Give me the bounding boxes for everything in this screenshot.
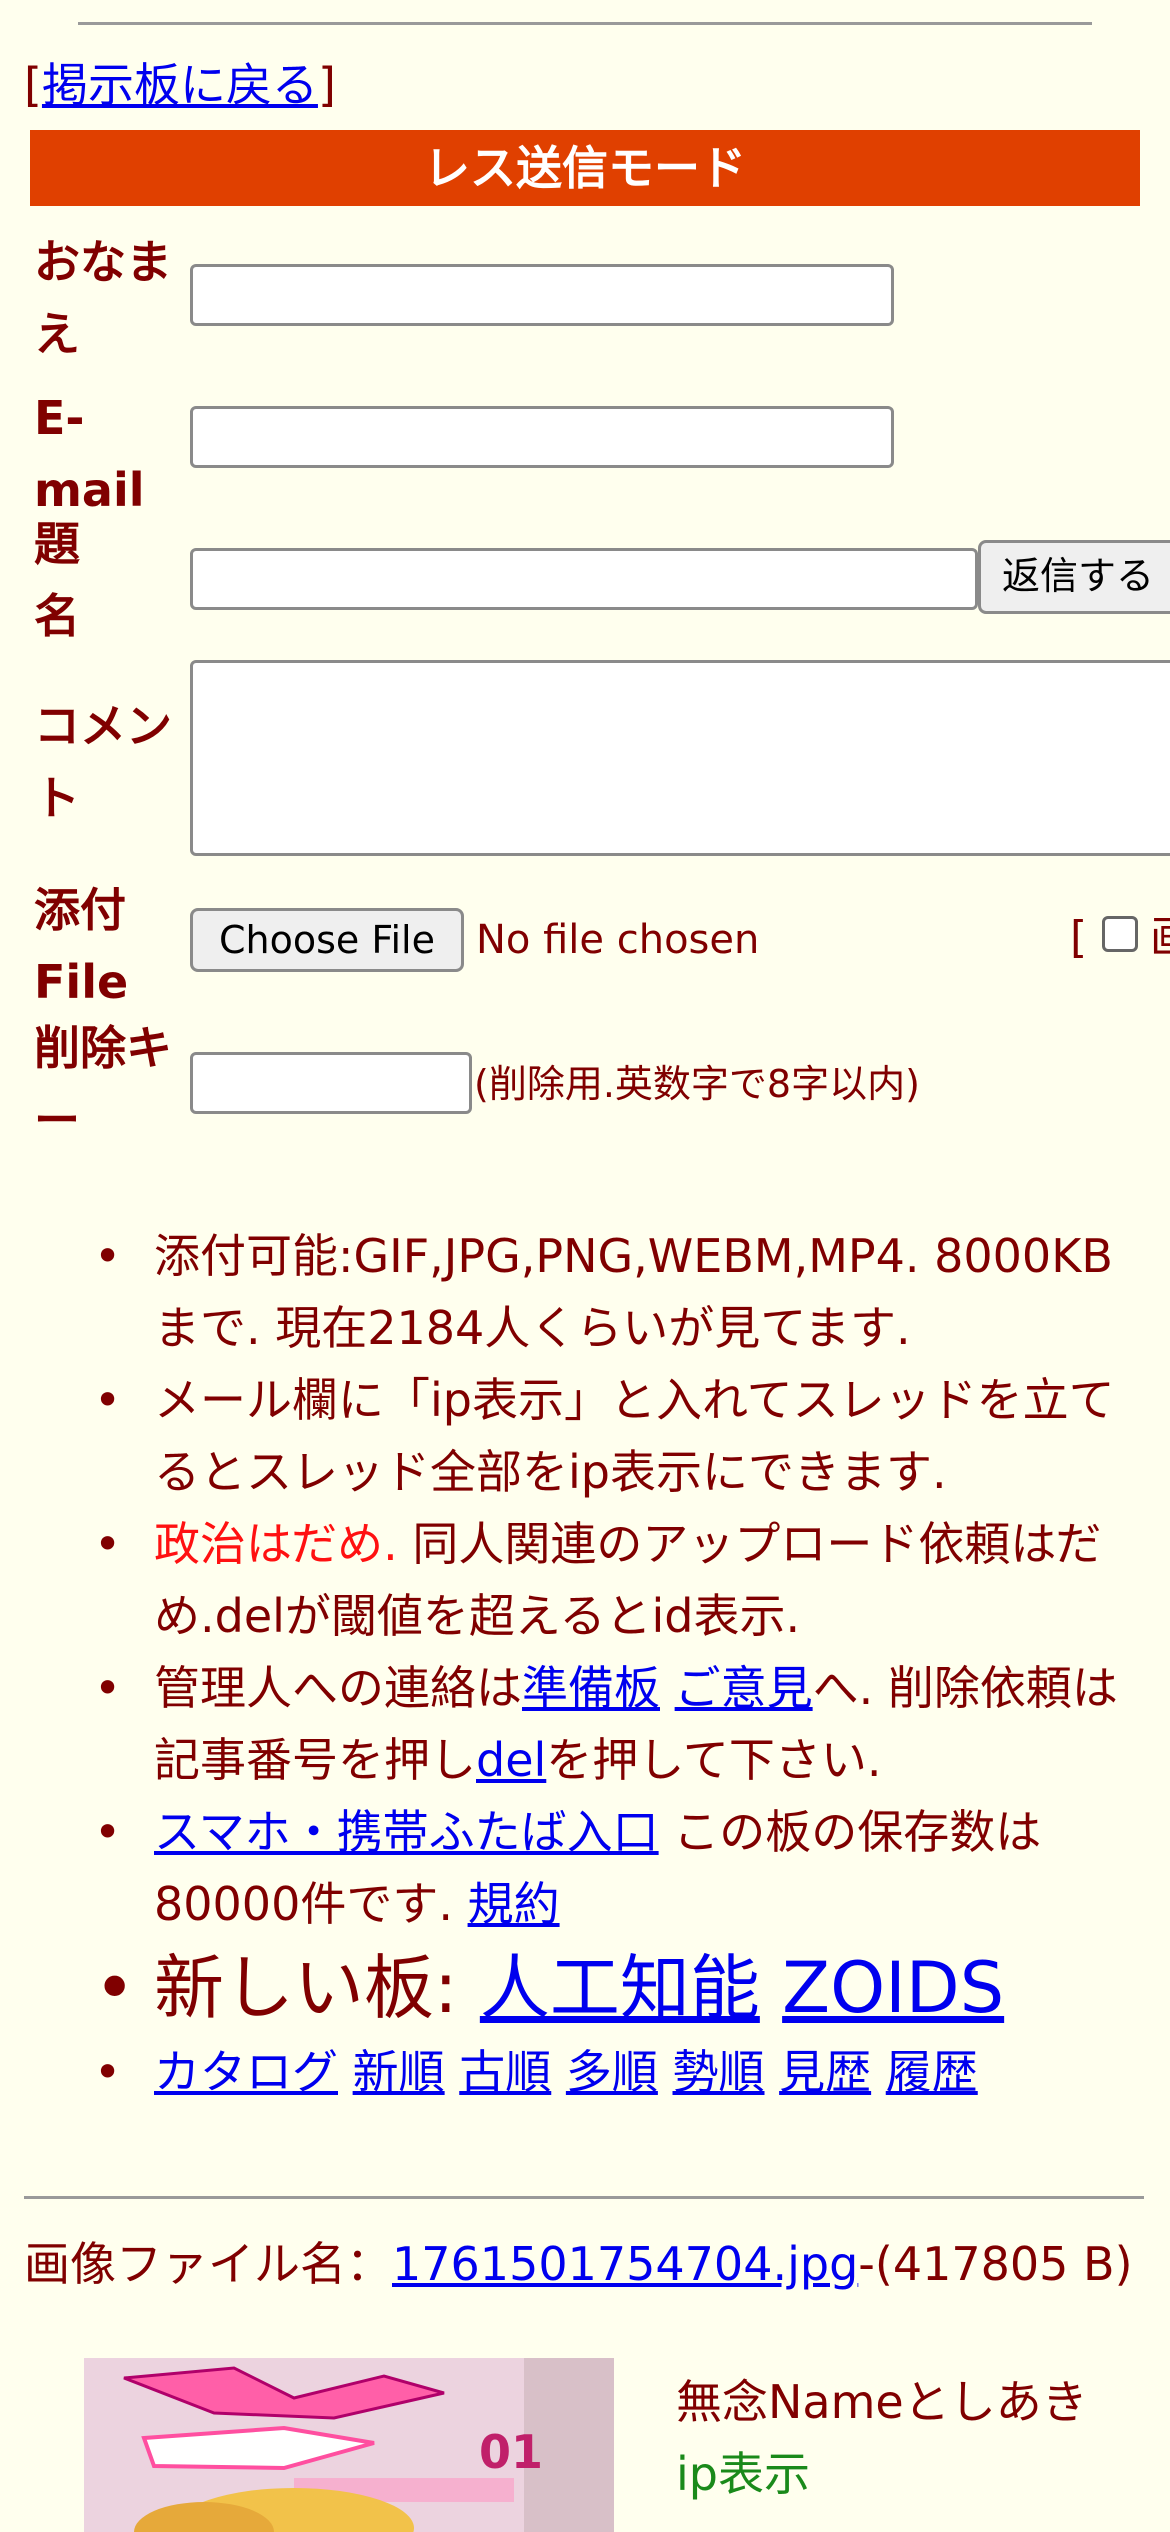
post-history-link[interactable]: 履歴 [886, 2045, 978, 2099]
subject-input[interactable] [190, 548, 978, 610]
delete-key-label: 削除キー [34, 1021, 172, 1147]
svg-text:01: 01 [479, 2425, 543, 2479]
name-label: おなまえ [34, 235, 172, 361]
feedback-link[interactable]: ご意見 [675, 1661, 813, 1715]
note-attachment: 添付可能:GIF,JPG,PNG,WEBM,MP4. 8000KBまで. 現在2… [94, 1220, 1156, 1364]
mid-divider [24, 2196, 1144, 2199]
comment-textarea[interactable] [190, 660, 1170, 856]
choose-file-button[interactable]: Choose File [190, 908, 464, 972]
poster-info: 無念Nameとしあき ip表示 [676, 2366, 1088, 2510]
zoids-board-link[interactable]: ZOIDS [782, 1947, 1004, 2029]
note-sort-links: カタログ 新順 古順 多順 勢順 見歴 履歴 [94, 2036, 1156, 2108]
sort-many-link[interactable]: 多順 [566, 2045, 658, 2099]
poster-ip: ip表示 [676, 2447, 810, 2501]
note-ip-text: メール欄に「ip表示」と入れてスレッドを立てるとスレッド全部をip表示にできます… [154, 1373, 1115, 1499]
image-file-label: 画像ファイル名： [24, 2237, 392, 2291]
delete-key-note: (削除用.英数字で8字以内) [474, 1062, 920, 1106]
sort-old-link[interactable]: 古順 [459, 2045, 551, 2099]
file-label: 添付File [34, 883, 129, 1009]
thumbnail-art: 01 [84, 2358, 614, 2532]
post-thumbnail-image[interactable]: 01 [84, 2358, 614, 2532]
no-file-chosen-text: No file chosen [476, 917, 760, 963]
bracket-close: ] [317, 58, 336, 112]
catalog-link[interactable]: カタログ [154, 2045, 338, 2099]
sort-new-link[interactable]: 新順 [353, 2045, 445, 2099]
prep-board-link[interactable]: 準備板 [522, 1661, 660, 1715]
note-attachment-text: 添付可能:GIF,JPG,PNG,WEBM,MP4. 8000KBまで. 現在2… [154, 1229, 1113, 1355]
top-divider [78, 22, 1092, 25]
reply-mode-banner: レス送信モード [30, 130, 1140, 206]
subject-label: 題名 [34, 517, 80, 643]
back-to-board-link[interactable]: 掲示板に戻る [42, 58, 318, 112]
submit-reply-button[interactable]: 返信する [978, 540, 1170, 614]
name-input[interactable] [190, 264, 894, 326]
terms-link[interactable]: 規約 [468, 1877, 560, 1931]
email-label: E-mail [34, 391, 145, 517]
post-file-line: 画像ファイル名：1761501754704.jpg-(417805 B) [24, 2234, 1154, 2294]
note-contact-text-a: 管理人への連絡は [154, 1661, 522, 1715]
politics-warning: 政治はだめ. [154, 1517, 398, 1571]
del-link[interactable]: del [476, 1733, 546, 1787]
image-toggle-bracket: [ [1070, 912, 1088, 963]
note-new-boards: 新しい板: 人工知能 ZOIDS [94, 1940, 1156, 2036]
ai-board-link[interactable]: 人工知能 [480, 1947, 760, 2029]
new-boards-label: 新しい板: [154, 1947, 480, 2029]
image-file-size: -(417805 B) [858, 2237, 1133, 2291]
viewed-history-link[interactable]: 見歴 [779, 2045, 871, 2099]
notes-list: 添付可能:GIF,JPG,PNG,WEBM,MP4. 8000KBまで. 現在2… [36, 1220, 1156, 2108]
comment-label: コメント [34, 699, 172, 825]
bracket-open: [ [24, 58, 42, 112]
note-mobile: スマホ・携帯ふたば入口 この板の保存数は80000件です. 規約 [94, 1796, 1156, 1940]
note-politics: 政治はだめ. 同人関連のアップロード依頼はだめ.delが閾値を超えるとid表示. [94, 1508, 1156, 1652]
back-link-wrap: [掲示板に戻る] [24, 58, 336, 113]
poster-name: 無念Nameとしあき [676, 2375, 1088, 2429]
image-file-link[interactable]: 1761501754704.jpg [392, 2237, 858, 2291]
image-checkbox-label-cut: 画 [1150, 912, 1170, 964]
email-input[interactable] [190, 406, 894, 468]
mobile-entrance-link[interactable]: スマホ・携帯ふたば入口 [154, 1805, 659, 1859]
note-contact-text-c: を押して下さい. [546, 1733, 882, 1787]
note-contact: 管理人への連絡は準備板 ご意見へ. 削除依頼は記事番号を押しdelを押して下さい… [94, 1652, 1156, 1796]
image-checkbox[interactable] [1102, 916, 1138, 952]
delete-key-input[interactable] [190, 1052, 472, 1114]
note-ip: メール欄に「ip表示」と入れてスレッドを立てるとスレッド全部をip表示にできます… [94, 1364, 1156, 1508]
sort-momentum-link[interactable]: 勢順 [673, 2045, 765, 2099]
